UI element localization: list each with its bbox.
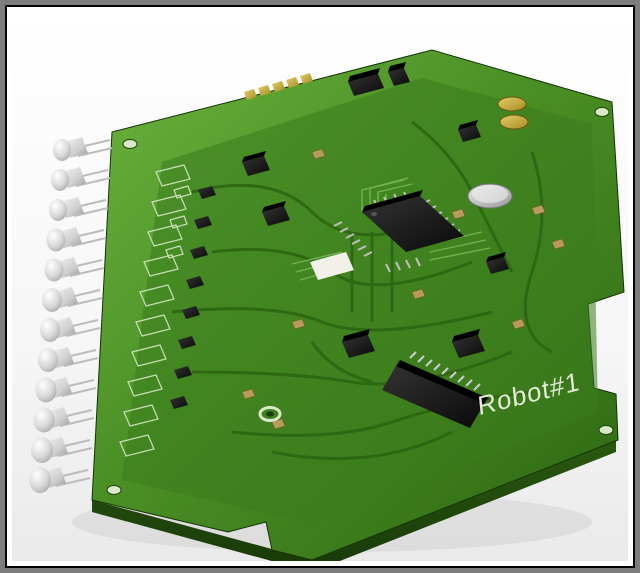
led-7 bbox=[38, 347, 98, 372]
led-8 bbox=[36, 377, 97, 403]
led-11 bbox=[29, 467, 90, 493]
led-6 bbox=[40, 317, 100, 342]
led-5 bbox=[42, 287, 102, 312]
image-frame: Robot#1 bbox=[0, 0, 640, 573]
pcb-render-stage: Robot#1 bbox=[12, 12, 628, 561]
crystal-hc49 bbox=[468, 184, 512, 208]
led-10 bbox=[31, 437, 92, 463]
led-3 bbox=[47, 227, 107, 252]
pcb-illustration: Robot#1 bbox=[12, 12, 628, 561]
led-2 bbox=[49, 197, 108, 221]
led-9 bbox=[34, 407, 95, 433]
led-0 bbox=[53, 137, 112, 161]
led-1 bbox=[51, 167, 110, 191]
led-4 bbox=[45, 257, 105, 282]
